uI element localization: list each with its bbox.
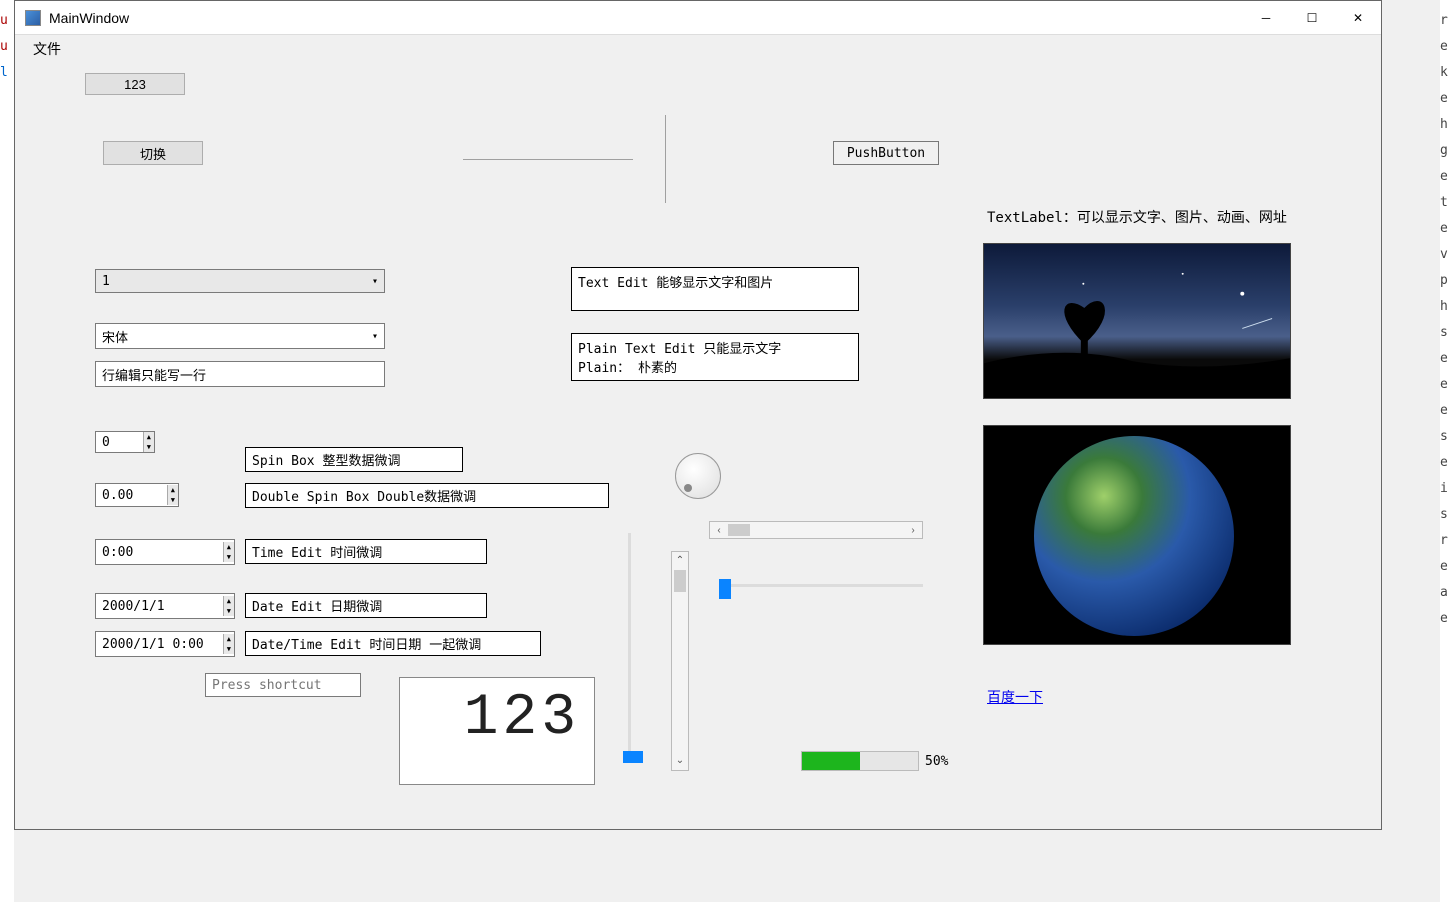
chevron-up-icon[interactable]: ▲ [224,634,234,644]
slider-handle[interactable] [719,579,731,599]
chevron-down-icon[interactable]: ⌄ [676,752,684,770]
maximize-button[interactable]: ☐ [1289,2,1335,34]
datetime-edit-label: Date/Time Edit 时间日期 一起微调 [245,631,541,656]
double-spinbox-value: 0.00 [96,486,167,505]
date-edit[interactable]: 2000/1/1 ▲▼ [95,593,235,619]
font-combo[interactable]: 宋体 ▾ [95,323,385,349]
scrollbar-thumb[interactable] [674,570,686,592]
chevron-down-icon[interactable]: ▼ [144,442,154,452]
chevron-left-icon[interactable]: ‹ [710,525,728,536]
vertical-slider[interactable] [619,533,639,763]
image-tree [983,243,1291,399]
text-edit[interactable]: Text Edit 能够显示文字和图片 [571,267,859,311]
plain-text-edit[interactable]: Plain Text Edit 只能显示文字 Plain： 朴素的 [571,333,859,381]
vertical-scrollbar[interactable]: ⌃ ⌄ [671,551,689,771]
font-combo-value: 宋体 [102,327,128,346]
image-earth [983,425,1291,645]
progress-text: 50% [925,754,948,769]
editor-gutter-left: uul [0,0,14,902]
chevron-down-icon[interactable]: ▼ [224,644,234,654]
dial[interactable] [675,453,721,499]
chevron-up-icon[interactable]: ▲ [144,432,154,442]
horizontal-slider[interactable] [719,575,923,595]
button-123[interactable]: 123 [85,73,185,95]
window-titlebar[interactable]: MainWindow ─ ☐ ✕ [15,1,1381,35]
chevron-down-icon: ▾ [372,276,378,287]
chevron-up-icon[interactable]: ▲ [224,542,234,552]
chevron-up-icon[interactable]: ⌃ [676,552,684,570]
image-svg [984,244,1290,399]
shortcut-edit[interactable] [205,673,361,697]
link-baidu[interactable]: 百度一下 [987,687,1043,707]
push-button[interactable]: PushButton [833,141,939,165]
client-area: 123 切换 PushButton 1 ▾ 宋体 ▾ 0 ▲▼ Spin Box… [15,63,1381,829]
chevron-down-icon[interactable]: ▼ [168,495,178,505]
chevron-down-icon[interactable]: ▼ [224,552,234,562]
menu-file[interactable]: 文件 [23,37,71,61]
menubar: 文件 [15,35,1381,63]
app-icon [25,10,41,26]
chevron-up-icon[interactable]: ▲ [168,485,178,495]
chevron-up-icon[interactable]: ▲ [224,596,234,606]
window-title: MainWindow [49,10,129,26]
chevron-right-icon[interactable]: › [904,525,922,536]
double-spinbox-label: Double Spin Box Double数据微调 [245,483,609,508]
chevron-down-icon[interactable]: ▼ [224,606,234,616]
time-edit[interactable]: 0:00 ▲▼ [95,539,235,565]
line-edit[interactable] [95,361,385,387]
horizontal-scrollbar[interactable]: ‹ › [709,521,923,539]
date-edit-value: 2000/1/1 [96,597,223,616]
minimize-button[interactable]: ─ [1243,2,1289,34]
vertical-line [665,115,666,203]
close-button[interactable]: ✕ [1335,2,1381,34]
lcd-number: 123 [399,677,595,785]
time-edit-value: 0:00 [96,543,223,562]
date-edit-label: Date Edit 日期微调 [245,593,487,618]
double-spinbox[interactable]: 0.00 ▲▼ [95,483,179,507]
horizontal-line [463,159,633,160]
datetime-edit-value: 2000/1/1 0:00 [96,635,223,654]
time-edit-label: Time Edit 时间微调 [245,539,487,564]
chevron-down-icon: ▾ [372,331,378,342]
spinbox[interactable]: 0 ▲▼ [95,431,155,453]
editor-gutter-right: rekehgetevphseeeseisreae [1440,0,1454,902]
main-window: MainWindow ─ ☐ ✕ 文件 123 切换 PushButton 1 … [14,0,1382,830]
switch-button[interactable]: 切换 [103,141,203,165]
slider-handle[interactable] [623,751,643,763]
progress-bar [801,751,919,771]
progress-fill [802,752,860,770]
combo-number-value: 1 [102,274,110,289]
spinbox-label: Spin Box 整型数据微调 [245,447,463,472]
scrollbar-thumb[interactable] [728,524,750,536]
text-label: TextLabel：可以显示文字、图片、动画、网址 [987,207,1287,227]
combo-number[interactable]: 1 ▾ [95,269,385,293]
datetime-edit[interactable]: 2000/1/1 0:00 ▲▼ [95,631,235,657]
spinbox-value: 0 [96,433,143,452]
